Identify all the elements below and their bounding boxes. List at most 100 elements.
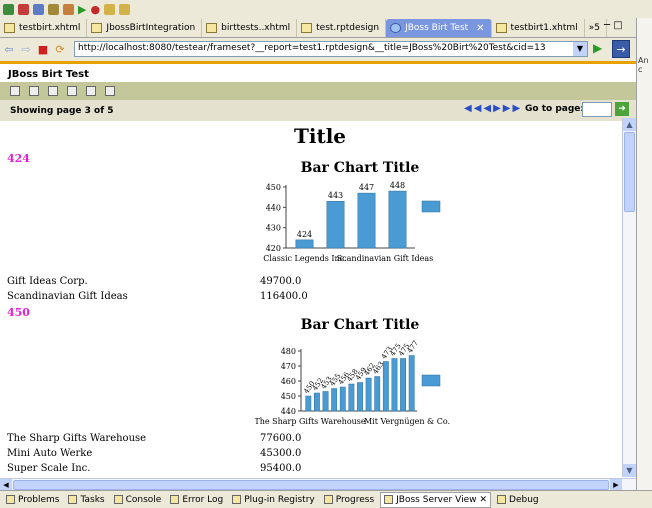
scroll-down-icon[interactable]: ▼ — [623, 464, 636, 477]
bar-label: 443 — [328, 191, 343, 200]
bar — [326, 200, 345, 249]
bar — [348, 383, 355, 412]
legend-swatch — [421, 374, 441, 387]
table-row-name: Mini Auto Werke — [7, 448, 93, 459]
horizontal-scrollbar[interactable]: ◀ ▶ — [0, 478, 636, 491]
stop-square-icon[interactable]: ■ — [37, 43, 49, 56]
x-tick-label: Mit Vergnügen & Co. — [364, 417, 450, 426]
bar — [365, 377, 372, 412]
tab-label: Plug-in Registry — [244, 494, 315, 505]
close-icon[interactable]: ✕ — [476, 23, 484, 34]
tab-debug[interactable]: Debug — [494, 492, 542, 508]
open-external-icon[interactable]: → — [612, 40, 630, 58]
bar-chart-2: 4404504604704804504524534554564584594624… — [255, 339, 450, 426]
tab-jboss-birt-test[interactable]: JBoss Birt Test ✕ — [386, 19, 492, 37]
y-tick-label: 460 — [281, 377, 296, 386]
globe-icon — [390, 23, 402, 33]
search-icon[interactable] — [32, 1, 45, 17]
debug-icon[interactable] — [17, 1, 30, 17]
tab-jbossbirtintegration[interactable]: JbossBirtIntegration — [87, 19, 203, 37]
bar — [322, 391, 329, 412]
tab-jboss-server-view[interactable]: JBoss Server View ✕ — [380, 491, 492, 508]
export-data-icon[interactable] — [48, 86, 58, 96]
url-text: http://localhost:8080/testear/frameset?_… — [78, 43, 546, 53]
scroll-thumb[interactable] — [13, 480, 609, 490]
y-tick-label: 480 — [281, 347, 296, 356]
parameters-icon[interactable] — [29, 86, 39, 96]
play-icon[interactable]: ▶ — [77, 1, 87, 17]
bar-chart-1: 420 430 440 450 424 443 447 448 Classic Legends … — [263, 181, 441, 263]
chart-title: Bar Chart Title — [300, 160, 420, 176]
palette-icon[interactable] — [62, 1, 75, 17]
tab-plugin-registry[interactable]: Plug-in Registry — [229, 492, 318, 508]
tab-test-rptdesign[interactable]: test.rptdesign — [297, 19, 387, 37]
tab-label: JBoss Server View — [396, 494, 477, 505]
y-tick-label: 450 — [266, 183, 281, 192]
viewer-toolbar — [0, 82, 636, 100]
close-icon[interactable]: ✕ — [479, 495, 487, 505]
xhtml-file-icon — [495, 23, 507, 33]
table-row-name: Gift Ideas Corp. — [7, 276, 88, 287]
legend-swatch — [421, 200, 441, 213]
tab-error-log[interactable]: Error Log — [167, 492, 226, 508]
export-report-icon[interactable] — [67, 86, 77, 96]
run-icon[interactable] — [2, 1, 15, 17]
progress-icon — [323, 495, 333, 504]
y-tick-label: 440 — [281, 407, 296, 416]
stop-icon[interactable]: ● — [89, 1, 101, 17]
url-input[interactable]: http://localhost:8080/testear/frameset?_… — [74, 41, 588, 57]
forward-icon[interactable] — [118, 1, 131, 17]
y-tick-label: 420 — [266, 244, 281, 253]
xhtml-file-icon — [4, 23, 15, 33]
back-arrow-icon[interactable]: ⇦ — [3, 43, 15, 56]
table-row-name: Super Scale Inc. — [7, 463, 91, 474]
bar — [382, 361, 389, 412]
tab-console[interactable]: Console — [111, 492, 165, 508]
tab-tasks[interactable]: Tasks — [65, 492, 107, 508]
tab-progress[interactable]: Progress — [321, 492, 377, 508]
debug-icon — [497, 495, 507, 504]
tab-label: Progress — [335, 494, 375, 505]
tab-label: JbossBirtIntegration — [106, 23, 196, 33]
tab-label: testbirt1.xhtml — [510, 23, 578, 33]
table-row-value: 77600.0 — [260, 433, 302, 444]
report-file-icon — [301, 23, 313, 33]
minimize-maximize-icon[interactable]: ─ □ — [604, 20, 623, 31]
vertical-scrollbar[interactable]: ▲ ▼ — [622, 118, 636, 477]
bar — [408, 355, 415, 412]
tab-problems[interactable]: Problems — [3, 492, 62, 508]
chevron-down-icon[interactable]: ▼ — [573, 42, 587, 56]
tab-label: Problems — [18, 494, 60, 505]
page-nav-arrows-icon[interactable]: ◀◀◀▶▶▶ — [464, 103, 522, 114]
report-title: Title — [293, 124, 347, 148]
bar — [391, 358, 398, 412]
go-arrow-icon[interactable]: ▶ — [593, 41, 602, 55]
problems-icon — [6, 495, 15, 504]
wrench-icon[interactable] — [47, 1, 60, 17]
table-row-name: Scandinavian Gift Ideas — [7, 291, 128, 302]
print-server-icon[interactable] — [105, 86, 115, 96]
bar-label: 424 — [297, 230, 312, 239]
back-icon[interactable] — [103, 1, 116, 17]
bar — [305, 395, 312, 412]
bar — [357, 192, 376, 249]
tab-testbirt[interactable]: testbirt.xhtml — [0, 19, 88, 37]
bar — [331, 388, 338, 412]
toc-icon[interactable] — [10, 86, 20, 96]
forward-arrow-icon[interactable]: ⇨ — [20, 43, 32, 56]
print-icon[interactable] — [86, 86, 96, 96]
tab-birttests[interactable]: birttests..xhtml — [202, 19, 298, 37]
tab-label: Tasks — [80, 494, 105, 505]
bar-label: 447 — [359, 183, 374, 192]
tab-label: JBoss Birt Test — [405, 23, 469, 33]
refresh-icon[interactable]: ⟳ — [54, 43, 66, 56]
y-tick-label: 450 — [281, 392, 296, 401]
scroll-thumb[interactable] — [624, 132, 635, 212]
goto-page-input[interactable] — [582, 102, 612, 117]
bar — [374, 376, 381, 412]
goto-page-button[interactable]: ➜ — [615, 102, 629, 116]
table-row-value: 95400.0 — [260, 463, 302, 474]
tab-testbirt1[interactable]: testbirt1.xhtml — [492, 19, 585, 37]
scroll-up-icon[interactable]: ▲ — [623, 118, 636, 131]
x-tick-label: Scandinavian Gift Ideas — [337, 254, 434, 263]
